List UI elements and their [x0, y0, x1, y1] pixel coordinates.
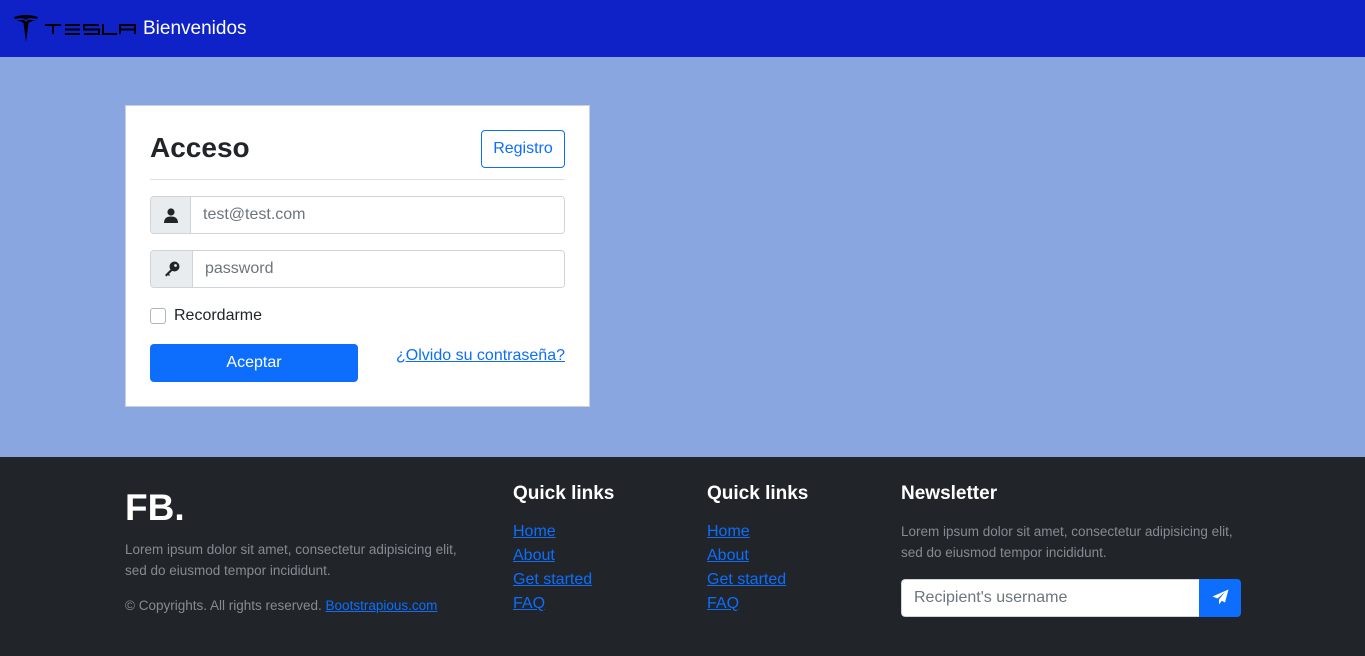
footer-description: Lorem ipsum dolor sit amet, consectetur … [125, 542, 457, 578]
top-navbar: Bienvenidos [0, 0, 1365, 57]
forgot-password-link[interactable]: ¿Olvido su contraseña? [396, 347, 565, 365]
login-card-header: Acceso Registro [150, 130, 565, 180]
footer-link-faq[interactable]: FAQ [513, 595, 545, 612]
password-input-group [150, 250, 565, 288]
footer-quick-links-2: Quick links Home About Get started FAQ [707, 483, 808, 619]
brand-title: Bienvenidos [143, 17, 247, 39]
remember-label: Recordarme [174, 307, 263, 324]
newsletter-send-button[interactable] [1199, 579, 1241, 617]
password-input[interactable] [193, 251, 564, 287]
remember-me[interactable]: Recordarme [150, 307, 262, 325]
footer-link-get-started[interactable]: Get started [707, 571, 786, 588]
footer-link-get-started[interactable]: Get started [513, 571, 592, 588]
email-input-group [150, 196, 565, 234]
copyright-text: © Copyrights. All rights reserved. [125, 598, 322, 613]
user-icon [151, 197, 191, 233]
login-card: Acceso Registro test@test.com Recordarme… [125, 105, 590, 407]
login-title: Acceso [150, 132, 250, 163]
navbar-brand[interactable]: Bienvenidos [13, 0, 247, 57]
footer-column-heading: Quick links [513, 483, 615, 504]
footer-link-home[interactable]: Home [707, 523, 750, 540]
newsletter-input-group [901, 579, 1241, 617]
key-icon [151, 251, 193, 287]
footer-link-about[interactable]: About [513, 547, 555, 564]
submit-button[interactable]: Aceptar [150, 344, 358, 382]
tesla-logo-icon [13, 14, 39, 44]
footer-newsletter: Newsletter Lorem ipsum dolor sit amet, c… [901, 483, 1241, 617]
footer-link-home[interactable]: Home [513, 523, 556, 540]
footer-column-heading: Quick links [707, 483, 809, 504]
main-area: Acceso Registro test@test.com Recordarme… [0, 57, 1365, 457]
newsletter-input[interactable] [901, 579, 1199, 617]
footer-link-about[interactable]: About [707, 547, 749, 564]
email-input[interactable] [191, 197, 564, 233]
register-button[interactable]: Registro [481, 130, 565, 168]
paper-plane-icon [1212, 589, 1229, 608]
footer-logo: FB. [125, 487, 185, 528]
footer-copyright: © Copyrights. All rights reserved. Boots… [125, 598, 437, 613]
newsletter-description: Lorem ipsum dolor sit amet, consectetur … [901, 524, 1233, 560]
remember-checkbox[interactable] [150, 308, 166, 324]
footer: FB. Lorem ipsum dolor sit amet, consecte… [0, 457, 1365, 656]
newsletter-heading: Newsletter [901, 483, 998, 504]
footer-link-faq[interactable]: FAQ [707, 595, 739, 612]
copyright-link[interactable]: Bootstrapious.com [326, 598, 438, 613]
tesla-wordmark [44, 23, 136, 35]
footer-quick-links-1: Quick links Home About Get started FAQ [513, 483, 614, 619]
